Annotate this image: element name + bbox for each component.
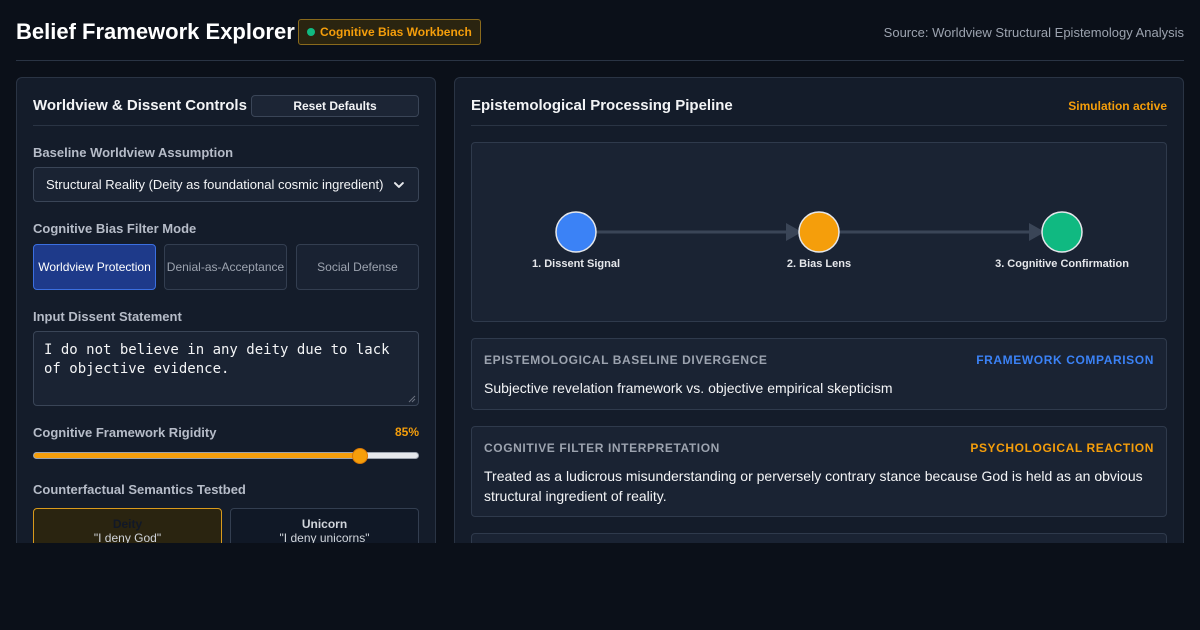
reset-defaults-button[interactable]: Reset Defaults	[251, 95, 419, 117]
chevron-down-icon	[394, 181, 405, 188]
controls-title: Worldview & Dissent Controls	[33, 97, 247, 114]
page-title: Belief Framework Explorer	[16, 19, 295, 44]
counterfactual-unicorn-card[interactable]: Unicorn "I deny unicorns"	[230, 508, 419, 543]
counterfactual-deity-quote: "I deny God"	[93, 531, 162, 543]
mode-denial-as-acceptance-button[interactable]: Denial-as-Acceptance	[164, 244, 287, 290]
pipeline-divider	[471, 125, 1167, 126]
rigidity-slider-fill	[34, 453, 361, 458]
baseline-worldview-select[interactable]: Structural Reality (Deity as foundationa…	[33, 167, 419, 202]
filter-interpretation-card: COGNITIVE FILTER INTERPRETATION PSYCHOLO…	[471, 426, 1167, 517]
status-dot-icon	[307, 28, 315, 36]
counterfactual-unicorn-quote: "I deny unicorns"	[279, 531, 370, 543]
next-analysis-card	[471, 533, 1167, 543]
rigidity-slider[interactable]	[33, 448, 419, 464]
pipeline-panel: Epistemological Processing Pipeline Simu…	[454, 77, 1184, 543]
pipeline-title: Epistemological Processing Pipeline	[471, 97, 733, 114]
node-label-dissent-signal: 1. Dissent Signal	[531, 258, 621, 270]
baseline-label: Baseline Worldview Assumption	[33, 145, 234, 160]
node-label-cognitive-confirmation: 3. Cognitive Confirmation	[995, 258, 1129, 270]
mode-worldview-protection-button[interactable]: Worldview Protection	[33, 244, 156, 290]
node-dissent-signal[interactable]	[555, 211, 597, 253]
baseline-selected-value: Structural Reality (Deity as foundationa…	[46, 177, 384, 192]
psychological-reaction-tag: PSYCHOLOGICAL REACTION	[970, 441, 1154, 455]
baseline-divergence-body: Subjective revelation framework vs. obje…	[484, 380, 893, 396]
pipeline-diagram: 1. Dissent Signal 2. Bias Lens 3. Cognit…	[471, 142, 1167, 322]
rigidity-slider-thumb[interactable]	[352, 448, 369, 464]
content-viewport[interactable]: Worldview & Dissent Controls Reset Defau…	[0, 61, 1200, 543]
dissent-statement-text: I do not believe in any deity due to lac…	[44, 342, 390, 377]
dissent-label: Input Dissent Statement	[33, 309, 182, 324]
filter-interpretation-body: Treated as a ludicrous misunderstanding …	[484, 468, 1143, 504]
baseline-divergence-card: EPISTEMOLOGICAL BASELINE DIVERGENCE FRAM…	[471, 338, 1167, 410]
dissent-statement-input[interactable]: I do not believe in any deity due to lac…	[33, 331, 419, 406]
badge-label: Cognitive Bias Workbench	[320, 25, 472, 39]
rigidity-value: 85%	[394, 425, 419, 439]
pipeline-svg	[555, 211, 1083, 253]
rigidity-label: Cognitive Framework Rigidity	[33, 425, 217, 440]
workbench-badge: Cognitive Bias Workbench	[298, 19, 481, 45]
resize-handle-icon[interactable]	[408, 395, 416, 403]
counterfactual-unicorn-name: Unicorn	[301, 517, 348, 531]
filter-mode-label: Cognitive Bias Filter Mode	[33, 221, 197, 236]
baseline-divergence-heading: EPISTEMOLOGICAL BASELINE DIVERGENCE	[484, 353, 768, 367]
app-header: Belief Framework Explorer Cognitive Bias…	[16, 0, 1184, 61]
simulation-status: Simulation active	[1068, 99, 1167, 113]
node-bias-lens[interactable]	[798, 211, 840, 253]
counterfactual-deity-card[interactable]: Deity "I deny God"	[33, 508, 222, 543]
source-caption: Source: Worldview Structural Epistemolog…	[883, 25, 1184, 40]
counterfactual-deity-name: Deity	[112, 517, 143, 531]
controls-panel: Worldview & Dissent Controls Reset Defau…	[16, 77, 436, 543]
controls-divider	[33, 125, 419, 126]
filter-interpretation-heading: COGNITIVE FILTER INTERPRETATION	[484, 441, 720, 455]
framework-comparison-tag: FRAMEWORK COMPARISON	[976, 353, 1154, 367]
node-cognitive-confirmation[interactable]	[1041, 211, 1083, 253]
node-label-bias-lens: 2. Bias Lens	[786, 258, 852, 270]
mode-social-defense-button[interactable]: Social Defense	[296, 244, 419, 290]
counterfactual-label: Counterfactual Semantics Testbed	[33, 482, 246, 497]
